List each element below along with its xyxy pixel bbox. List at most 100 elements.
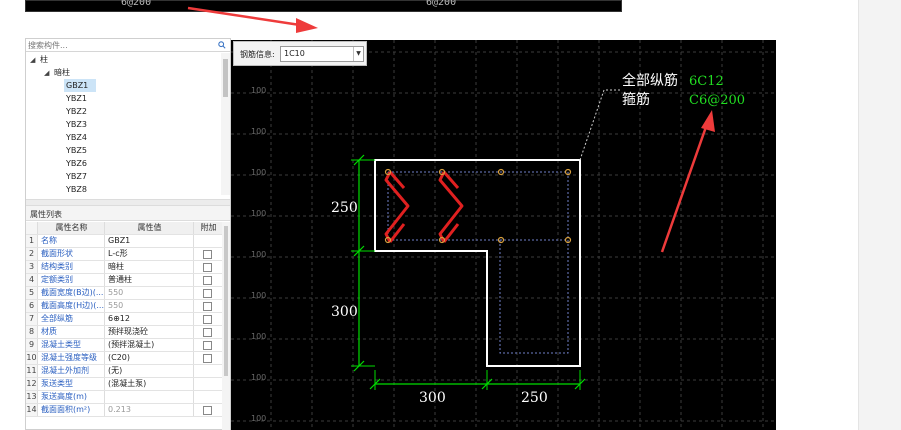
property-row[interactable]: 2 截面形状 L-c形	[26, 248, 222, 261]
property-name: 混凝土强度等级	[39, 352, 105, 364]
property-row[interactable]: 1 名称 GBZ1	[26, 235, 222, 248]
tree-item-ybz3[interactable]: YBZ3	[66, 118, 87, 131]
extra-checkbox[interactable]	[203, 250, 212, 259]
grid-label: 100	[251, 86, 266, 95]
property-value[interactable]: 6⊕12	[106, 313, 194, 325]
property-row[interactable]: 11 混凝土外加剂 (无)	[26, 365, 222, 378]
callout-arrow-top	[187, 6, 318, 33]
tree-node-label: 暗柱	[54, 68, 70, 77]
component-panel: 搜索构件... ◢ 柱 ◢ 暗柱 GBZ1 YBZ1 YBZ2 YBZ3 YBZ4 …	[25, 38, 231, 430]
dimension-label-left-lower: 300	[331, 304, 358, 320]
dimension-label-left-upper: 250	[331, 200, 358, 216]
property-row[interactable]: 6 截面高度(H边)(... 550	[26, 300, 222, 313]
property-value[interactable]: (预拌混凝土)	[106, 339, 194, 351]
property-value[interactable]: (混凝土泵)	[106, 378, 194, 390]
extra-cell	[195, 274, 222, 286]
property-value[interactable]: 550	[106, 287, 194, 299]
properties-scrollbar[interactable]	[222, 222, 230, 430]
property-row[interactable]: 8 材质 预拌现浇砼	[26, 326, 222, 339]
extra-checkbox[interactable]	[203, 354, 212, 363]
tree-item-label: YBZ3	[66, 120, 87, 129]
tree-item-label: YBZ8	[66, 185, 87, 194]
annotation-label-stirrup: 箍筋	[622, 91, 650, 108]
tree-node-hidden-column[interactable]: ◢ 暗柱	[44, 66, 70, 79]
search-input[interactable]: 搜索构件...	[28, 40, 68, 51]
stirrup-outline	[388, 171, 569, 354]
property-row[interactable]: 9 混凝土类型 (预拌混凝土)	[26, 339, 222, 352]
extra-checkbox[interactable]	[203, 276, 212, 285]
extra-cell	[195, 235, 222, 247]
extra-checkbox[interactable]	[203, 263, 212, 272]
tree-item-label: YBZ2	[66, 107, 87, 116]
property-name: 泵送高度(m)	[39, 391, 105, 403]
chevron-down-icon[interactable]: ▼	[353, 47, 363, 61]
row-number: 13	[26, 391, 38, 403]
tree-item-ybz7[interactable]: YBZ7	[66, 170, 87, 183]
panel-splitter[interactable]	[26, 199, 230, 206]
extra-checkbox[interactable]	[203, 328, 212, 337]
tree-item-label: YBZ6	[66, 159, 87, 168]
tree-item-ybz4[interactable]: YBZ4	[66, 131, 87, 144]
extra-checkbox[interactable]	[203, 315, 212, 324]
grid-label: 100	[251, 250, 266, 259]
property-row[interactable]: 12 泵送类型 (混凝土泵)	[26, 378, 222, 391]
tree-scrollbar[interactable]	[221, 53, 230, 195]
property-row[interactable]: 14 截面面积(m²) 0.213	[26, 404, 222, 417]
property-value[interactable]: L-c形	[106, 248, 194, 260]
tree-item-ybz2[interactable]: YBZ2	[66, 105, 87, 118]
property-name: 泵送类型	[39, 378, 105, 390]
property-value[interactable]: 550	[106, 300, 194, 312]
drawing-canvas[interactable]: 100 100 100 100 100 100 100 100 100 250 300 300 250 全…	[231, 40, 776, 430]
property-value[interactable]: (无)	[106, 365, 194, 377]
tree-item-gbz1[interactable]: GBZ1	[64, 79, 96, 92]
tree-item-ybz1[interactable]: YBZ1	[66, 92, 87, 105]
extra-cell	[195, 352, 222, 364]
extra-checkbox[interactable]	[203, 289, 212, 298]
scroll-thumb[interactable]	[224, 226, 228, 376]
property-row[interactable]: 10 混凝土强度等级 (C20)	[26, 352, 222, 365]
dimension-label-bottom-right: 250	[521, 390, 548, 406]
column-header-extra: 附加	[200, 223, 217, 232]
extra-checkbox[interactable]	[203, 302, 212, 311]
property-value[interactable]: GBZ1	[106, 235, 194, 247]
property-value[interactable]: (C20)	[106, 352, 194, 364]
search-box[interactable]: 搜索构件...	[26, 39, 230, 52]
grid-label: 100	[251, 373, 266, 382]
scroll-thumb[interactable]	[223, 59, 228, 97]
dimension-label-bottom-left: 300	[419, 390, 446, 406]
row-number: 12	[26, 378, 38, 390]
section-drawing[interactable]: 100 100 100 100 100 100 100 100 100 250 300 300 250 全…	[231, 40, 776, 430]
property-row[interactable]: 13 泵送高度(m)	[26, 391, 222, 404]
property-name: 截面宽度(B边)(...	[41, 287, 105, 299]
collapse-caret-icon[interactable]: ◢	[44, 67, 54, 80]
rebar-info-select[interactable]: 1C10 ▼	[280, 46, 364, 62]
property-row[interactable]: 5 截面宽度(B边)(... 550	[26, 287, 222, 300]
property-value[interactable]: 普通柱	[106, 274, 194, 286]
property-value[interactable]: 预拌现浇砼	[106, 326, 194, 338]
row-number-header	[26, 222, 38, 234]
tree-item-ybz8[interactable]: YBZ8	[66, 183, 87, 195]
tree-item-ybz6[interactable]: YBZ6	[66, 157, 87, 170]
property-value[interactable]: 0.213	[106, 404, 194, 416]
column-header-value: 属性值	[106, 222, 194, 234]
collapse-caret-icon[interactable]: ◢	[30, 54, 40, 67]
row-number: 5	[26, 287, 38, 299]
tree-node-column[interactable]: ◢ 柱	[30, 53, 48, 66]
property-name: 混凝土外加剂	[39, 365, 105, 377]
property-name: 名称	[39, 235, 105, 247]
property-row[interactable]: 4 定额类别 普通柱	[26, 274, 222, 287]
tree-item-label: YBZ5	[66, 146, 87, 155]
property-row[interactable]: 3 结构类别 暗柱	[26, 261, 222, 274]
extra-cell	[195, 261, 222, 273]
extra-cell	[195, 248, 222, 260]
property-row[interactable]: 7 全部纵筋 6⊕12	[26, 313, 222, 326]
tree-node-label: 柱	[40, 55, 48, 64]
row-number: 7	[26, 313, 38, 325]
extra-checkbox[interactable]	[203, 341, 212, 350]
tree-item-label: YBZ4	[66, 133, 87, 142]
property-value[interactable]: 暗柱	[106, 261, 194, 273]
extra-checkbox[interactable]	[203, 406, 212, 415]
search-icon[interactable]	[218, 41, 226, 49]
tree-item-ybz5[interactable]: YBZ5	[66, 144, 87, 157]
property-value[interactable]	[106, 391, 194, 403]
